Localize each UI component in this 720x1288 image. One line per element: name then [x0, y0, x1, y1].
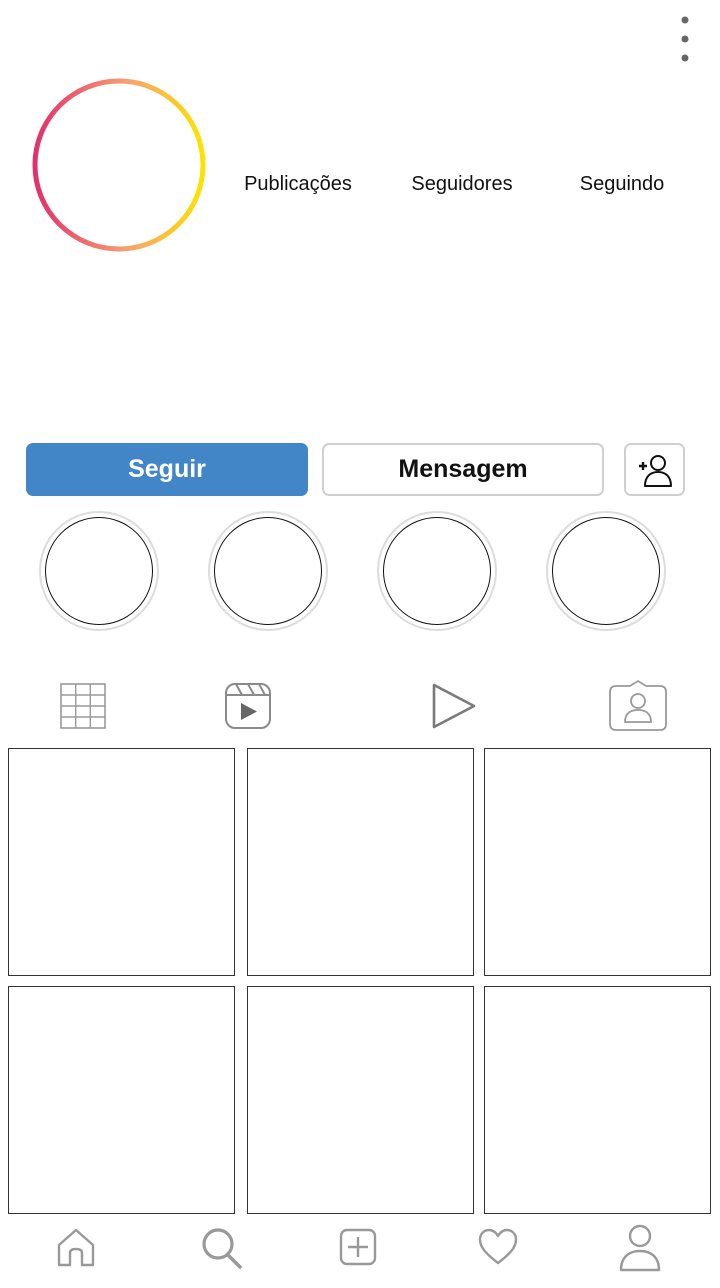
add-user-button[interactable] — [624, 443, 685, 496]
tab-grid[interactable] — [53, 678, 113, 734]
story-highlight[interactable] — [546, 511, 666, 631]
search-icon — [202, 1228, 242, 1269]
add-post-icon — [339, 1228, 377, 1266]
follow-button-label: Seguir — [128, 455, 206, 483]
story-highlight[interactable] — [377, 511, 497, 631]
nav-add-post[interactable] — [334, 1222, 382, 1272]
nav-search[interactable] — [198, 1222, 246, 1272]
stat-posts-label[interactable]: Publicações — [244, 173, 352, 196]
tab-reels[interactable] — [218, 678, 278, 734]
nav-activity[interactable] — [474, 1222, 522, 1272]
post-thumbnail[interactable] — [484, 748, 711, 976]
profile-icon — [619, 1224, 661, 1272]
heart-icon — [478, 1228, 518, 1265]
story-highlight[interactable] — [39, 511, 159, 631]
tagged-icon — [609, 679, 667, 731]
avatar-ring — [32, 78, 206, 252]
home-icon — [57, 1228, 95, 1267]
stat-following-label[interactable]: Seguindo — [580, 173, 665, 196]
story-highlight[interactable] — [208, 511, 328, 631]
play-icon — [432, 683, 476, 729]
grid-icon — [60, 683, 106, 729]
post-thumbnail[interactable] — [8, 748, 235, 976]
add-user-icon — [638, 454, 672, 487]
avatar[interactable] — [30, 75, 210, 255]
tab-tagged[interactable] — [608, 678, 668, 734]
message-button[interactable]: Mensagem — [322, 443, 604, 496]
stat-followers-label[interactable]: Seguidores — [411, 173, 512, 196]
nav-home[interactable] — [52, 1222, 100, 1272]
post-thumbnail[interactable] — [247, 748, 474, 976]
post-thumbnail[interactable] — [8, 986, 235, 1214]
vertical-dots-icon — [681, 16, 689, 62]
tab-videos[interactable] — [422, 678, 482, 734]
nav-profile[interactable] — [616, 1222, 664, 1272]
post-thumbnail[interactable] — [484, 986, 711, 1214]
follow-button[interactable]: Seguir — [26, 443, 308, 496]
more-options-button[interactable] — [668, 10, 702, 68]
reels-icon — [225, 683, 271, 729]
message-button-label: Mensagem — [398, 455, 528, 483]
post-thumbnail[interactable] — [247, 986, 474, 1214]
